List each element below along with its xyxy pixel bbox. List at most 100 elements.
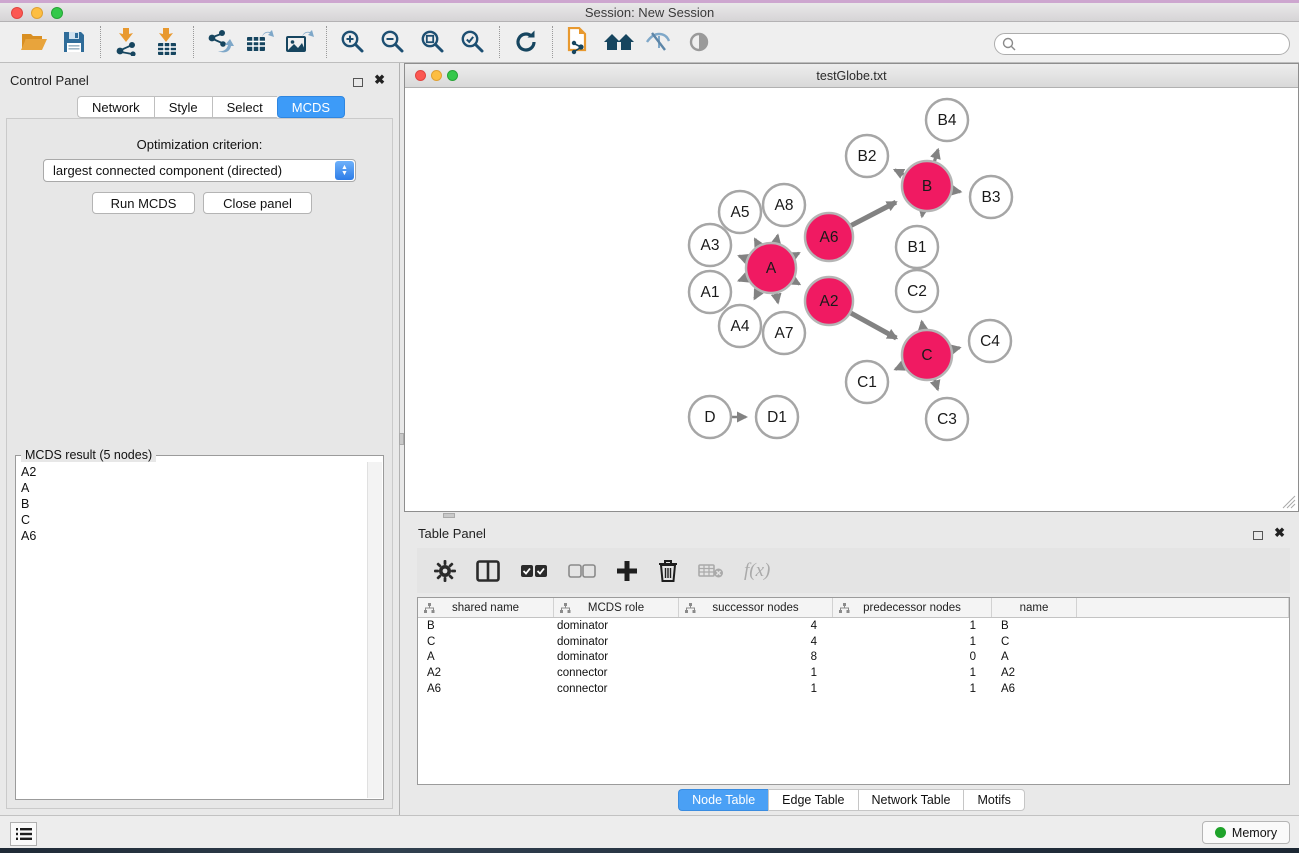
graph-node-B2[interactable]: B2 [846,135,888,177]
show-eye-icon[interactable] [683,26,715,58]
edge-A-A8[interactable] [776,235,777,242]
function-builder-icon[interactable]: f(x) [744,560,770,582]
mcds-result-item[interactable]: C [21,512,36,528]
import-network-icon[interactable] [111,26,143,58]
tab-style[interactable]: Style [154,96,212,118]
save-session-icon[interactable] [58,26,90,58]
graph-node-C3[interactable]: C3 [926,398,968,440]
edge-B-B1[interactable] [922,212,923,217]
table-row[interactable]: A6connector11A6 [418,681,1289,697]
edge-A-A1[interactable] [739,278,747,281]
network-window-titlebar[interactable]: testGlobe.txt [405,64,1298,88]
memory-button[interactable]: Memory [1202,821,1290,844]
close-table-panel-icon[interactable]: ✖ [1274,525,1285,541]
table-cell[interactable]: connector [554,683,679,695]
table-cell[interactable]: A [418,651,554,663]
graph-node-A5[interactable]: A5 [719,191,761,233]
graph-node-B1[interactable]: B1 [896,226,938,268]
graph-node-C4[interactable]: C4 [969,320,1011,362]
run-mcds-button[interactable]: Run MCDS [92,192,195,214]
table-cell[interactable]: 1 [833,636,992,648]
float-table-panel-icon[interactable] [1253,527,1263,545]
column-header-predecessor-nodes[interactable]: predecessor nodes [833,598,992,617]
graph-node-A3[interactable]: A3 [689,224,731,266]
graph-node-B[interactable]: B [902,161,952,211]
table-cell[interactable]: B [418,620,554,632]
delete-column-icon[interactable] [658,559,678,583]
table-cell[interactable]: 1 [833,667,992,679]
edge-A6-B[interactable] [851,202,896,225]
table-cell[interactable]: dominator [554,636,679,648]
tab-motifs[interactable]: Motifs [963,789,1024,811]
graph-node-A8[interactable]: A8 [763,184,805,226]
mcds-result-item[interactable]: A [21,480,36,496]
graph-node-A6[interactable]: A6 [805,213,853,261]
graph-node-B3[interactable]: B3 [970,176,1012,218]
edge-A2-C[interactable] [851,313,896,338]
open-file-icon[interactable] [18,26,50,58]
search-field[interactable] [994,33,1290,55]
tab-node-table[interactable]: Node Table [678,789,768,811]
table-cell[interactable]: 4 [679,636,833,648]
hide-eye-icon[interactable] [643,26,675,58]
zoom-selected-icon[interactable] [457,26,489,58]
table-cell[interactable]: 1 [833,620,992,632]
refresh-layout-icon[interactable] [510,26,542,58]
resize-grip-icon[interactable] [1282,495,1296,509]
gear-icon[interactable] [434,560,456,582]
export-table-icon[interactable] [244,26,276,58]
table-cell[interactable]: dominator [554,620,679,632]
column-header-successor-nodes[interactable]: successor nodes [679,598,833,617]
close-panel-icon[interactable]: ✖ [374,72,385,88]
graph-node-C1[interactable]: C1 [846,361,888,403]
export-network-icon[interactable] [204,26,236,58]
table-row[interactable]: Cdominator41C [418,634,1289,650]
table-cell[interactable]: A2 [418,667,554,679]
table-cell[interactable]: C [992,636,1077,648]
delete-table-icon[interactable] [698,563,724,579]
graph-node-A[interactable]: A [746,243,796,293]
import-table-icon[interactable] [151,26,183,58]
criterion-select[interactable]: largest connected component (directed) ▲… [43,159,356,182]
result-scrollbar[interactable] [367,462,382,798]
table-row[interactable]: Adominator80A [418,649,1289,665]
table-cell[interactable]: A6 [992,683,1077,695]
edge-C-C2[interactable] [922,322,923,330]
table-cell[interactable]: B [992,620,1077,632]
edge-A-A3[interactable] [739,256,747,259]
column-header-MCDS-role[interactable]: MCDS role [554,598,679,617]
tab-network[interactable]: Network [77,96,154,118]
export-image-icon[interactable] [284,26,316,58]
graph-node-A1[interactable]: A1 [689,271,731,313]
edge-B-B3[interactable] [953,190,961,191]
mcds-result-item[interactable]: A2 [21,464,36,480]
mcds-result-item[interactable]: B [21,496,36,512]
table-row[interactable]: Bdominator41B [418,618,1289,634]
columns-icon[interactable] [476,560,500,582]
deselect-all-icon[interactable] [568,564,596,578]
table-cell[interactable]: A6 [418,683,554,695]
task-history-button[interactable] [10,822,37,846]
graph-node-A7[interactable]: A7 [763,312,805,354]
column-header-shared-name[interactable]: shared name [418,598,554,617]
mcds-result-list[interactable]: A2ABCA6 [17,462,36,544]
graph-node-A4[interactable]: A4 [719,305,761,347]
edge-C-C4[interactable] [952,348,959,350]
table-row[interactable]: A2connector11A2 [418,665,1289,681]
edge-A-A7[interactable] [776,293,778,302]
search-input[interactable] [1020,35,1289,53]
network-graph-canvas[interactable]: A5A8A3A1A4A7AA6A2B2B4BB3B1C2CC4C1C3DD1 [405,88,1298,511]
edge-A-A5[interactable] [755,239,758,245]
table-cell[interactable]: A [992,651,1077,663]
table-cell[interactable]: 1 [679,667,833,679]
table-cell[interactable]: 0 [833,651,992,663]
table-cell[interactable]: C [418,636,554,648]
v-scroll-nub[interactable] [399,433,404,445]
window-titlebar[interactable]: Session: New Session [0,0,1299,22]
edge-B-B4[interactable] [935,150,938,161]
edge-A-A4[interactable] [755,291,759,299]
float-panel-icon[interactable] [353,74,363,92]
graph-node-C[interactable]: C [902,330,952,380]
tab-select[interactable]: Select [212,96,277,118]
select-all-icon[interactable] [520,564,548,578]
